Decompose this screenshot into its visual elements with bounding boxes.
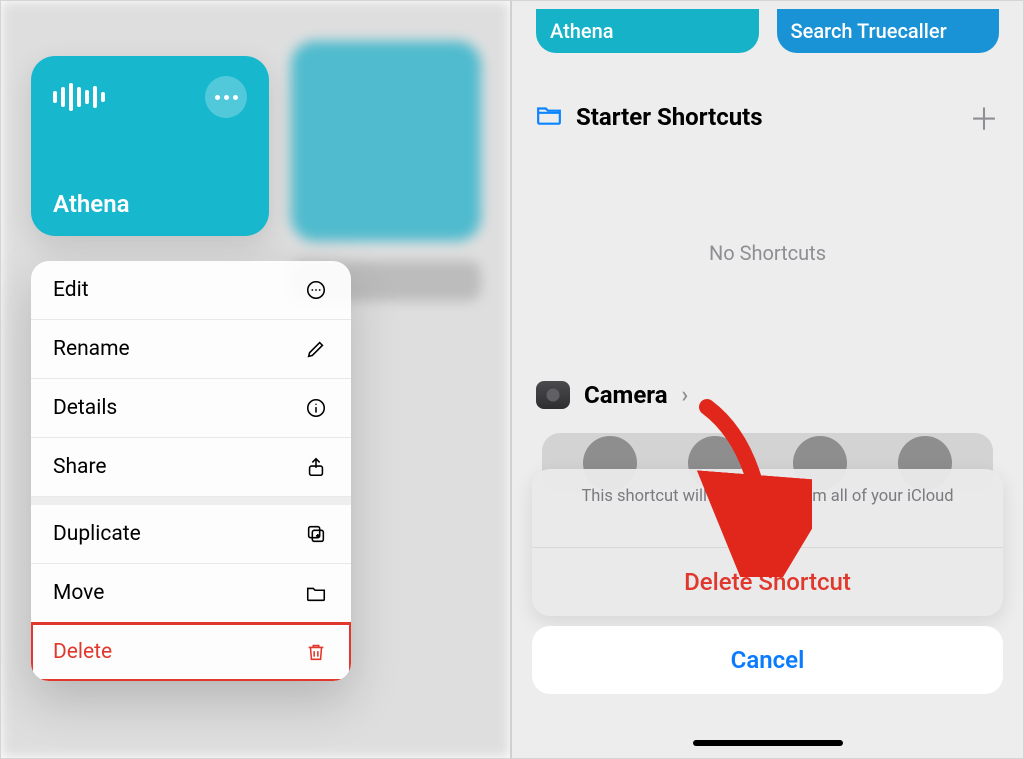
pencil-icon <box>303 336 329 362</box>
shortcut-card-title: Athena <box>53 190 247 218</box>
starter-shortcuts-folder[interactable]: Starter Shortcuts ＋ <box>536 95 999 139</box>
tile-label: Search Truecaller <box>791 19 947 43</box>
camera-label: Camera <box>584 381 668 409</box>
chevron-right-icon: › <box>682 383 689 408</box>
menu-item-delete[interactable]: Delete <box>31 623 351 681</box>
folder-outline-icon <box>536 104 562 130</box>
camera-icon <box>536 381 570 409</box>
shortcut-tile-athena[interactable]: Athena <box>536 9 759 53</box>
menu-label: Move <box>53 581 104 605</box>
menu-label: Rename <box>53 337 130 361</box>
shortcut-card-athena[interactable]: Athena <box>31 56 269 236</box>
waveform-icon <box>53 83 105 111</box>
shortcut-tiles-row: Athena Search Truecaller <box>536 9 999 53</box>
duplicate-icon <box>303 521 329 547</box>
menu-divider <box>31 497 351 505</box>
shortcut-context-menu: Edit Rename Details Share <box>31 261 351 681</box>
menu-item-edit[interactable]: Edit <box>31 261 351 320</box>
empty-state-label: No Shortcuts <box>512 241 1023 265</box>
delete-action-sheet: This shortcut will be deleted from all o… <box>532 469 1003 694</box>
right-screenshot: Athena Search Truecaller Starter Shortcu… <box>512 1 1023 758</box>
menu-label: Duplicate <box>53 522 141 546</box>
info-circle-icon <box>303 395 329 421</box>
plus-icon[interactable]: ＋ <box>969 95 999 139</box>
menu-item-duplicate[interactable]: Duplicate <box>31 505 351 564</box>
ellipsis-circle-icon <box>303 277 329 303</box>
menu-label: Delete <box>53 640 112 664</box>
sheet-message: This shortcut will be deleted from all o… <box>532 469 1003 547</box>
trash-icon <box>303 639 329 665</box>
menu-label: Details <box>53 396 117 420</box>
delete-shortcut-button[interactable]: Delete Shortcut <box>532 547 1003 616</box>
tile-label: Athena <box>550 19 614 43</box>
folder-icon <box>303 580 329 606</box>
menu-item-move[interactable]: Move <box>31 564 351 623</box>
share-icon <box>303 454 329 480</box>
home-indicator <box>693 740 843 746</box>
menu-item-rename[interactable]: Rename <box>31 320 351 379</box>
shortcut-tile-truecaller[interactable]: Search Truecaller <box>777 9 1000 53</box>
cancel-button[interactable]: Cancel <box>532 626 1003 694</box>
folder-title: Starter Shortcuts <box>576 103 955 131</box>
more-options-button[interactable] <box>205 76 247 118</box>
menu-label: Edit <box>53 278 89 302</box>
menu-label: Share <box>53 455 107 479</box>
left-screenshot: Athena Edit Rename Details <box>1 1 512 758</box>
menu-item-share[interactable]: Share <box>31 438 351 497</box>
camera-section-header[interactable]: Camera › <box>536 381 999 409</box>
menu-item-details[interactable]: Details <box>31 379 351 438</box>
